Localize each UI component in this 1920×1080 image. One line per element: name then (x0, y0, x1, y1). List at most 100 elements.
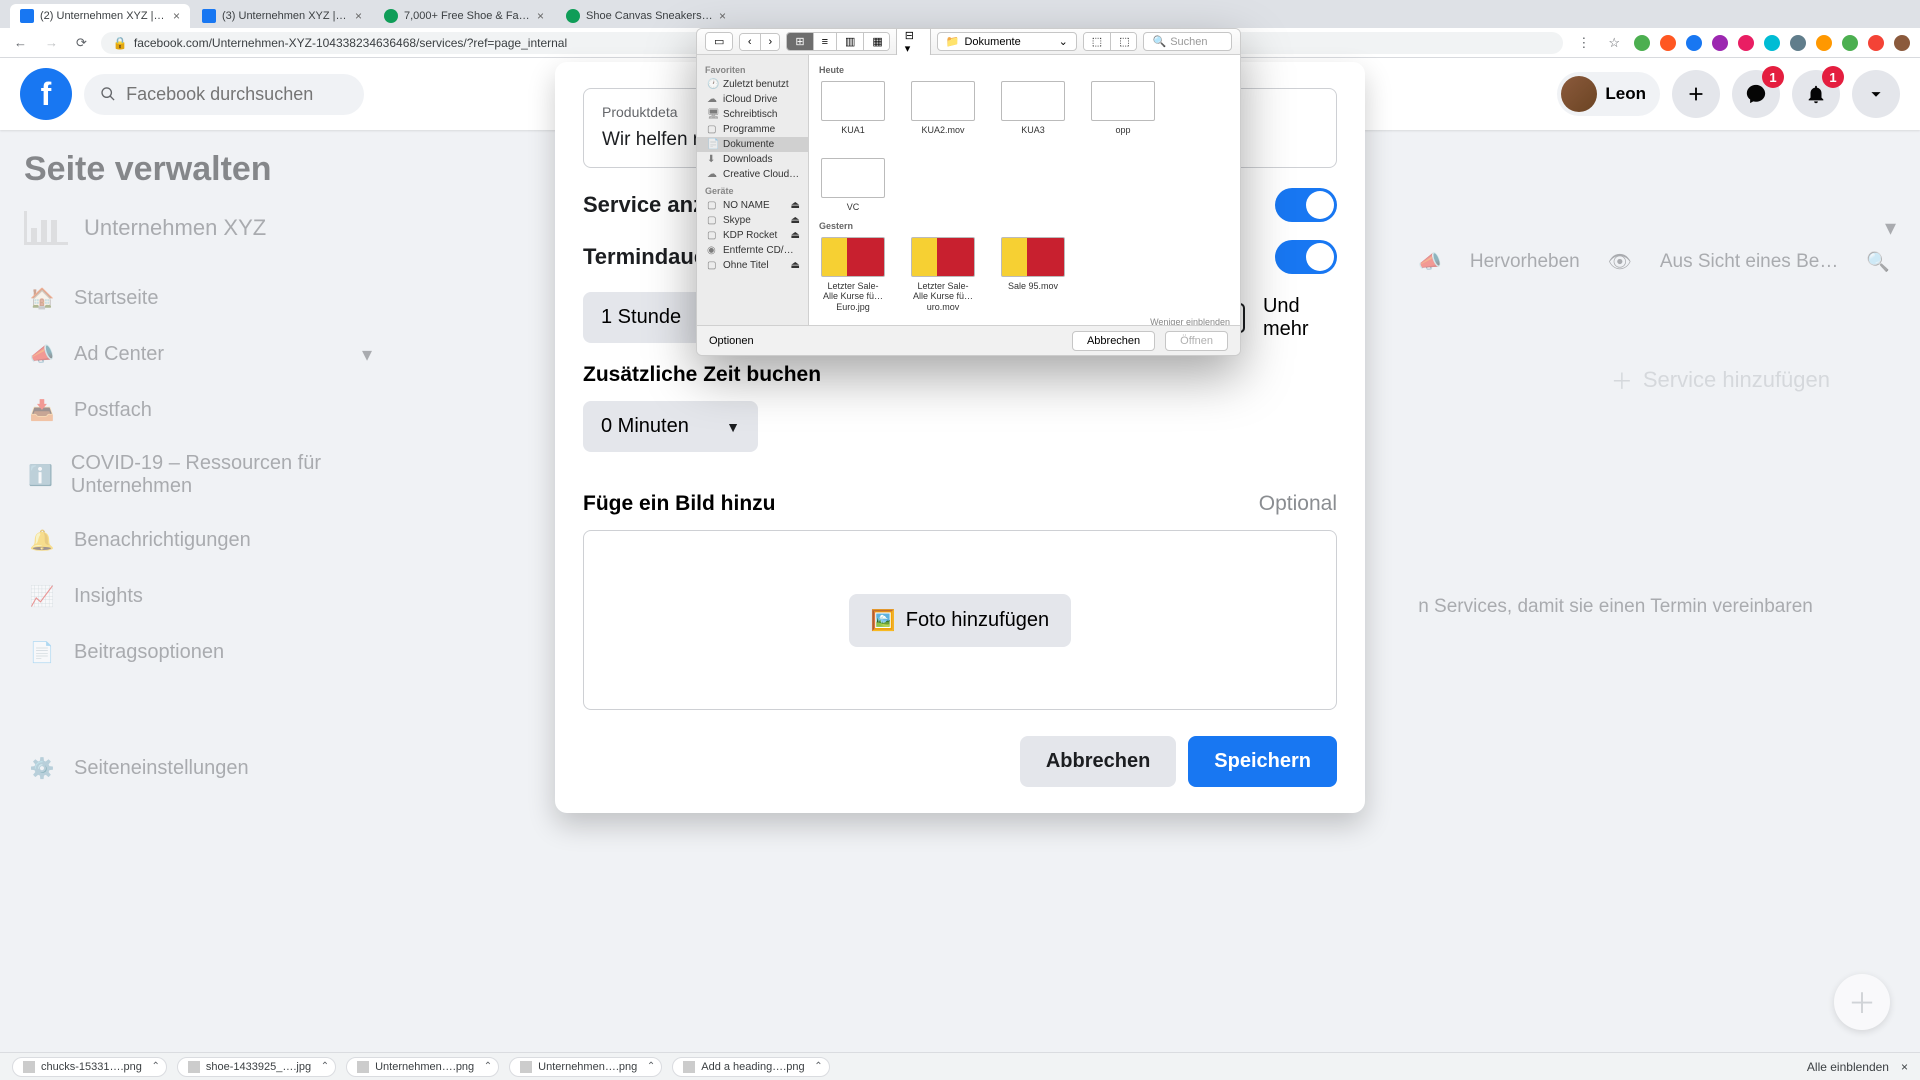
caret-icon[interactable]: ⌃ (321, 1061, 329, 1072)
sidebar-toggle-icon[interactable]: ▭ (706, 33, 732, 50)
icon-view-icon[interactable]: ⊞ (787, 33, 813, 50)
sidebar-item[interactable]: ⚙️Seiteneinstellungen (18, 740, 382, 796)
sidebar-item[interactable]: ☁iCloud Drive (697, 92, 808, 107)
ext-icon[interactable] (1816, 35, 1832, 51)
ext-icon[interactable] (1660, 35, 1676, 51)
cancel-button[interactable]: Abbrechen (1072, 331, 1155, 351)
show-all-link[interactable]: Alle einblenden (1807, 1060, 1889, 1074)
avatar-icon[interactable] (1894, 35, 1910, 51)
sidebar-item[interactable]: ▢Programme (697, 122, 808, 137)
reload-icon[interactable]: ⟳ (72, 35, 91, 51)
list-view-icon[interactable]: ≡ (814, 33, 837, 50)
ext-icon[interactable] (1842, 35, 1858, 51)
notifications-button[interactable]: 1 (1792, 70, 1840, 118)
ext-icon[interactable] (1634, 35, 1650, 51)
caret-icon[interactable]: ⌃ (484, 1061, 492, 1072)
ext-icon[interactable] (1738, 35, 1754, 51)
sidebar-item[interactable]: ◉Entfernte CD/… (697, 243, 808, 258)
download-item[interactable]: shoe-1433925_….jpg⌃ (177, 1057, 336, 1077)
highlight-link[interactable]: Hervorheben (1470, 251, 1580, 273)
add-service-button[interactable]: ＋Service hinzufügen (1418, 364, 1890, 396)
forward-icon[interactable]: › (761, 34, 781, 50)
group-icon[interactable]: ⊟ ▾ (897, 28, 930, 57)
messenger-button[interactable]: 1 (1732, 70, 1780, 118)
finder-search[interactable]: 🔍Suchen (1143, 32, 1232, 51)
tab-3[interactable]: 7,000+ Free Shoe & Fashion I× (374, 4, 554, 28)
search-field[interactable] (126, 84, 348, 105)
user-chip[interactable]: Leon (1557, 72, 1660, 116)
tab-2[interactable]: (3) Unternehmen XYZ | Face× (192, 4, 372, 28)
location-dropdown[interactable]: 📁Dokumente⌄ (937, 32, 1077, 51)
facebook-logo-icon[interactable]: f (20, 68, 72, 120)
file-item[interactable]: KUA1 (819, 81, 887, 136)
sidebar-item[interactable]: 📥Postfach (18, 382, 382, 438)
gallery-view-icon[interactable]: ▦ (864, 33, 889, 50)
close-icon[interactable]: × (719, 9, 726, 23)
sidebar-item-selected[interactable]: 📄Dokumente (697, 137, 808, 152)
star-icon[interactable]: ☆ (1604, 35, 1624, 51)
sidebar-item[interactable]: 📄Beitragsoptionen (18, 624, 382, 680)
ext-icon[interactable] (1868, 35, 1884, 51)
download-item[interactable]: Add a heading….png⌃ (672, 1057, 829, 1077)
sidebar-item[interactable]: 🖥Schreibtisch (697, 107, 808, 122)
cancel-button[interactable]: Abbrechen (1020, 736, 1176, 787)
tab-1[interactable]: (2) Unternehmen XYZ | Faceb× (10, 4, 190, 28)
tab-4[interactable]: Shoe Canvas Sneakers - Fr× (556, 4, 736, 28)
photo-dropzone[interactable]: 🖼️ Foto hinzufügen (583, 530, 1337, 710)
close-icon[interactable]: × (537, 9, 544, 23)
share-icon[interactable]: ⬚ (1111, 33, 1137, 50)
sidebar-item[interactable]: 🕐Zuletzt benutzt (697, 77, 808, 92)
ext-icon[interactable] (1764, 35, 1780, 51)
close-icon[interactable]: × (355, 9, 362, 23)
sidebar-item[interactable]: ▢Skype⏏ (697, 213, 808, 228)
file-item[interactable]: Sale 95.mov (999, 237, 1067, 313)
add-photo-button[interactable]: 🖼️ Foto hinzufügen (849, 594, 1071, 647)
extra-dropdown[interactable]: 0 Minuten▼ (583, 401, 758, 452)
caret-icon[interactable]: ⌃ (152, 1061, 160, 1072)
view-as-link[interactable]: Aus Sicht eines Be… (1660, 251, 1838, 273)
show-service-toggle[interactable] (1275, 188, 1337, 222)
forward-icon[interactable]: → (41, 35, 62, 50)
caret-button[interactable] (1852, 70, 1900, 118)
sidebar-item[interactable]: 🏠Startseite (18, 270, 382, 326)
options-link[interactable]: Optionen (709, 335, 754, 347)
extensions-icon[interactable]: ⋮ (1573, 35, 1594, 51)
download-item[interactable]: chucks-15331….png⌃ (12, 1057, 167, 1077)
ext-icon[interactable] (1790, 35, 1806, 51)
file-item[interactable]: opp (1089, 81, 1157, 136)
sidebar-item[interactable]: ☁Creative Cloud… (697, 167, 808, 182)
back-icon[interactable]: ‹ (740, 34, 761, 50)
close-icon[interactable]: × (1901, 1060, 1908, 1074)
duration-toggle[interactable] (1275, 240, 1337, 274)
sidebar-item[interactable]: ▢NO NAME⏏ (697, 198, 808, 213)
search-input[interactable] (84, 74, 364, 115)
column-view-icon[interactable]: ▥ (837, 33, 864, 50)
sidebar-item[interactable]: ▢KDP Rocket⏏ (697, 228, 808, 243)
search-icon[interactable]: 🔍 (1866, 250, 1890, 274)
sidebar-item[interactable]: 📣Ad Center▾ (18, 326, 382, 382)
sidebar-item[interactable]: ℹ️COVID-19 – Ressourcen für Unternehmen (18, 438, 382, 512)
sidebar-item[interactable]: 🔔Benachrichtigungen (18, 512, 382, 568)
save-button[interactable]: Speichern (1188, 736, 1337, 787)
download-item[interactable]: Unternehmen….png⌃ (346, 1057, 499, 1077)
caret-icon[interactable]: ⌃ (647, 1061, 655, 1072)
file-item[interactable]: VC (819, 158, 887, 213)
file-item[interactable]: KUA3 (999, 81, 1067, 136)
ext-icon[interactable] (1712, 35, 1728, 51)
file-item[interactable]: Letzter Sale- Alle Kurse fü…uro.mov (909, 237, 977, 313)
show-less-link[interactable]: Weniger einblenden (819, 317, 1230, 325)
open-button[interactable]: Öffnen (1165, 331, 1228, 351)
file-item[interactable]: Letzter Sale- Alle Kurse fü…Euro.jpg (819, 237, 887, 313)
close-icon[interactable]: × (173, 9, 180, 23)
tag-icon[interactable]: ⬚ (1084, 33, 1111, 50)
back-icon[interactable]: ← (10, 35, 31, 50)
chat-fab[interactable]: ＋ (1834, 974, 1890, 1030)
caret-icon[interactable]: ⌃ (814, 1061, 822, 1072)
file-item[interactable]: KUA2.mov (909, 81, 977, 136)
download-item[interactable]: Unternehmen….png⌃ (509, 1057, 662, 1077)
sidebar-item[interactable]: ⬇Downloads (697, 152, 808, 167)
plus-button[interactable] (1672, 70, 1720, 118)
sidebar-item[interactable]: 📈Insights (18, 568, 382, 624)
ext-icon[interactable] (1686, 35, 1702, 51)
sidebar-item[interactable]: ▢Ohne Titel⏏ (697, 258, 808, 273)
